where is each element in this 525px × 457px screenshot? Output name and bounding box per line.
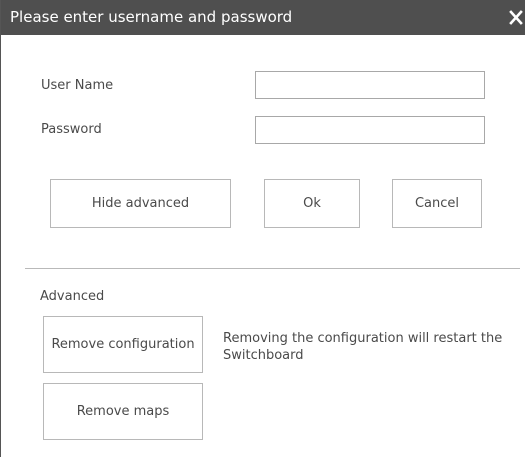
cancel-label: Cancel [414,196,460,211]
ok-label: Ok [303,196,321,211]
ok-button[interactable]: Ok [264,179,360,228]
section-divider [25,268,520,269]
remove-configuration-label: Remove configuration [51,337,195,352]
password-field[interactable] [255,116,485,144]
login-dialog: Please enter username and password User … [0,0,525,457]
hide-advanced-label: Hide advanced [91,196,190,211]
remove-maps-button[interactable]: Remove maps [43,383,203,440]
advanced-heading: Advanced [40,289,105,304]
dialog-titlebar: Please enter username and password [1,0,525,35]
dialog-title: Please enter username and password [10,8,293,26]
remove-configuration-button[interactable]: Remove configuration [43,316,203,373]
remove-maps-label: Remove maps [76,404,170,419]
password-label: Password [41,122,102,137]
username-label: User Name [41,78,114,93]
remove-configuration-note: Removing the configuration will restart … [223,331,503,363]
cancel-button[interactable]: Cancel [392,179,482,228]
username-field[interactable] [255,71,485,99]
close-icon-glyph [509,10,523,25]
hide-advanced-button[interactable]: Hide advanced [50,179,231,228]
close-icon[interactable] [508,8,524,26]
